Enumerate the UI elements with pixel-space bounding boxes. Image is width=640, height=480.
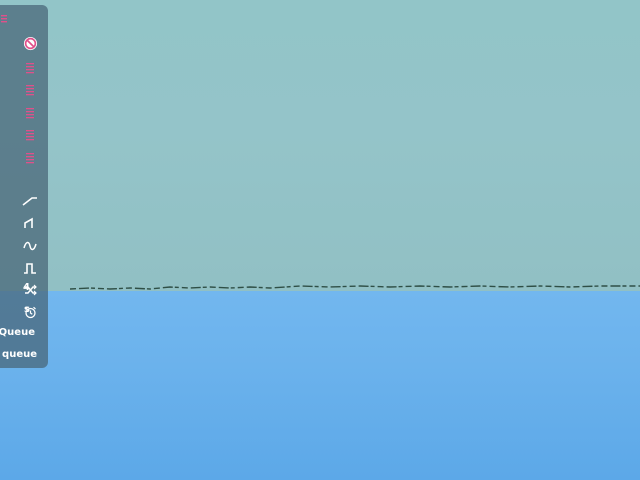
shuffle-icon[interactable] bbox=[22, 282, 38, 298]
background-scene bbox=[0, 0, 640, 480]
shuffle-row[interactable]: 4 bbox=[0, 281, 48, 301]
clear-queue-label-wrap: ne queue bbox=[0, 349, 44, 363]
clear-queue-button[interactable]: ne queue bbox=[0, 348, 48, 364]
control-panel: 4 s e Queue ne queue bbox=[0, 5, 48, 368]
ramp-wave-icon[interactable] bbox=[22, 193, 38, 209]
list-item-1[interactable] bbox=[0, 58, 48, 78]
list-item-3[interactable] bbox=[0, 103, 48, 123]
playlist-row[interactable] bbox=[0, 11, 48, 31]
ramp-wave-button[interactable] bbox=[0, 191, 48, 211]
queue-button[interactable]: e Queue bbox=[0, 326, 48, 342]
square-wave-button[interactable] bbox=[0, 258, 48, 278]
playlist-icon[interactable] bbox=[0, 11, 14, 27]
queue-label-wrap: e Queue bbox=[0, 327, 42, 341]
alarm-clock-icon[interactable] bbox=[22, 304, 38, 320]
sine-wave-button[interactable] bbox=[0, 236, 48, 256]
list-icon[interactable] bbox=[22, 60, 38, 76]
list-item-5[interactable] bbox=[0, 148, 48, 168]
queue-label: e Queue bbox=[0, 327, 35, 338]
sawtooth-wave-icon[interactable] bbox=[22, 215, 38, 231]
list-icon[interactable] bbox=[22, 105, 38, 121]
sea bbox=[0, 291, 640, 480]
clear-queue-label: ne queue bbox=[0, 349, 37, 360]
list-icon[interactable] bbox=[22, 82, 38, 98]
sky bbox=[0, 0, 640, 291]
list-icon[interactable] bbox=[22, 150, 38, 166]
sawtooth-wave-button[interactable] bbox=[0, 213, 48, 233]
list-item-2[interactable] bbox=[0, 80, 48, 100]
clear-button[interactable] bbox=[0, 33, 48, 53]
horizon-coastline bbox=[70, 285, 640, 290]
sine-wave-icon[interactable] bbox=[22, 238, 38, 254]
list-icon[interactable] bbox=[22, 127, 38, 143]
timer-row[interactable]: s bbox=[0, 303, 48, 323]
square-wave-icon[interactable] bbox=[22, 260, 38, 276]
prohibit-icon[interactable] bbox=[22, 35, 38, 51]
list-item-4[interactable] bbox=[0, 125, 48, 145]
